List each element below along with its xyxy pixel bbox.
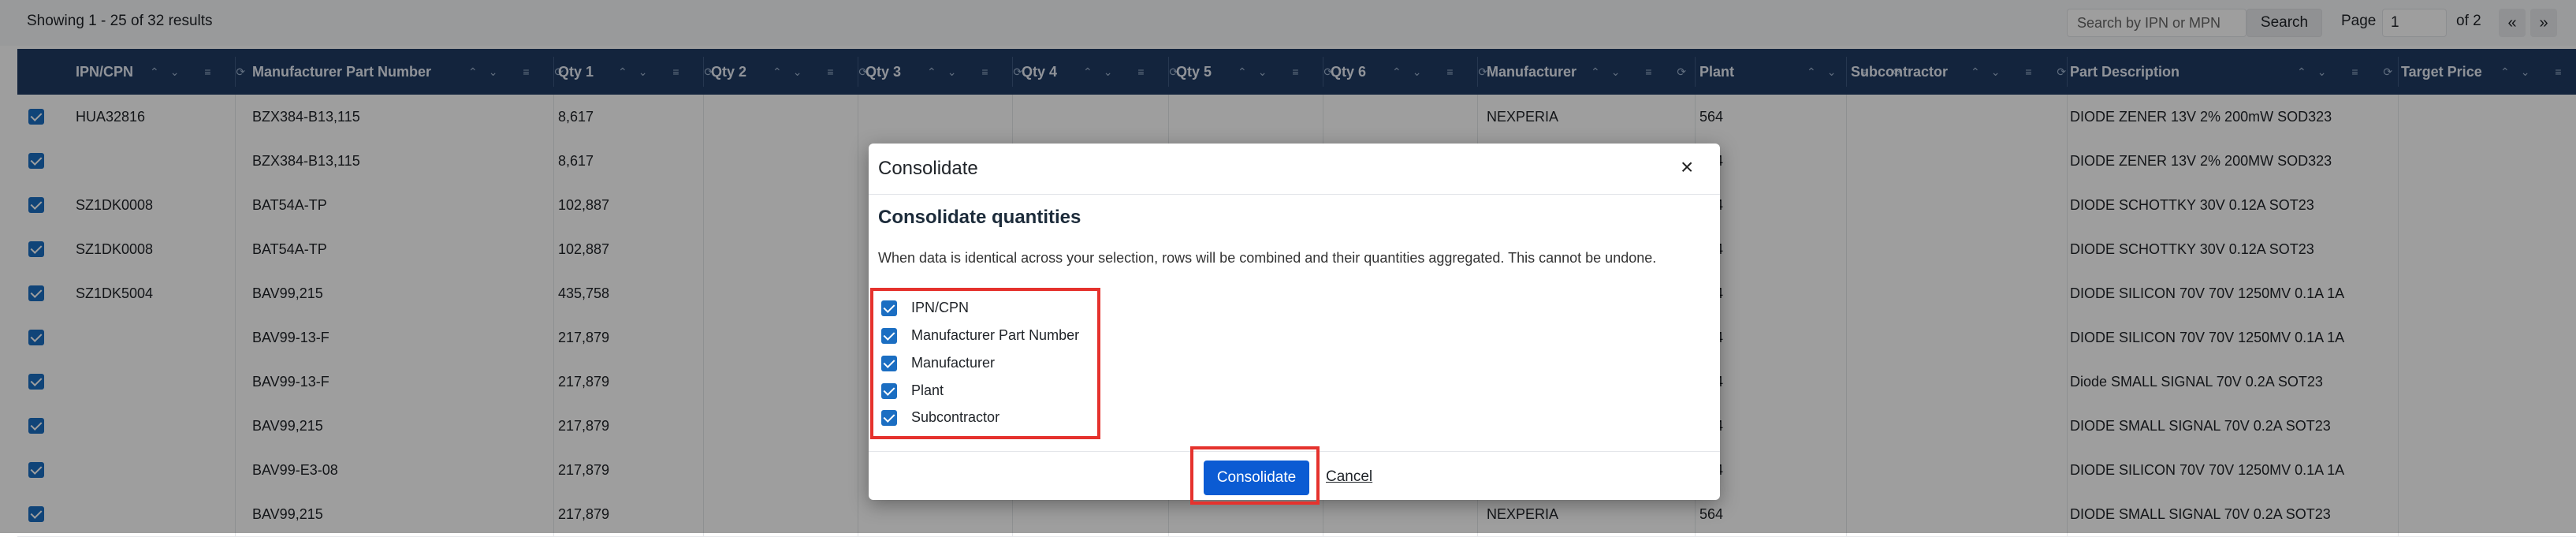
- cancel-button[interactable]: Cancel: [1326, 468, 1372, 486]
- dialog-description: When data is identical across your selec…: [878, 250, 1657, 266]
- dialog-subtitle: Consolidate quantities: [878, 207, 1081, 228]
- dialog-title: Consolidate: [878, 158, 978, 179]
- close-icon[interactable]: ×: [1681, 155, 1693, 180]
- dialog-divider: [869, 194, 1720, 195]
- highlight-box-options: [870, 288, 1100, 439]
- consolidate-button[interactable]: Consolidate: [1204, 461, 1309, 495]
